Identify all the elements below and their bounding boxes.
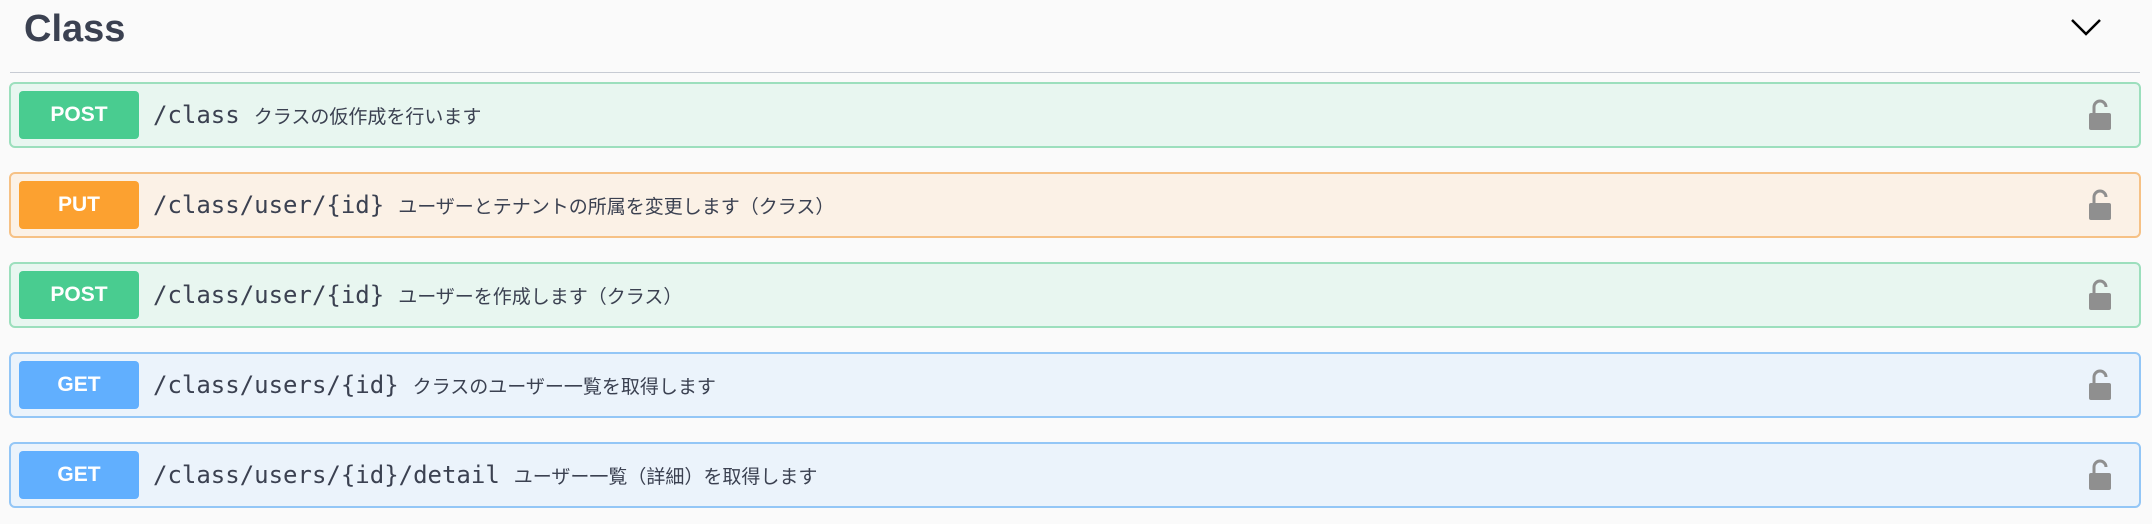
operation-path: /class/user/{id} ユーザーを作成します（クラス）	[153, 281, 683, 309]
operation-post-class[interactable]: POST /class クラスの仮作成を行います	[9, 82, 2141, 148]
operation-path: /class/users/{id}/detail ユーザー一覧（詳細）を取得します	[153, 461, 818, 489]
unlocked-padlock-icon[interactable]	[2087, 188, 2113, 222]
operation-summary: ユーザーとテナントの所属を変更します（クラス）	[398, 196, 835, 218]
method-badge: GET	[19, 451, 139, 499]
unlocked-padlock-icon[interactable]	[2087, 98, 2113, 132]
section-title: Class	[24, 8, 126, 50]
operation-post-class-user-id[interactable]: POST /class/user/{id} ユーザーを作成します（クラス）	[9, 262, 2141, 328]
section-header[interactable]: Class	[10, 0, 2140, 73]
method-badge: POST	[19, 271, 139, 319]
operation-path: /class/users/{id} クラスのユーザー一覧を取得します	[153, 371, 716, 399]
operations-list: POST /class クラスの仮作成を行います PUT /class/user/…	[9, 82, 2141, 524]
operation-path: /class/user/{id} ユーザーとテナントの所属を変更します（クラス）	[153, 191, 835, 219]
operation-get-class-users-id[interactable]: GET /class/users/{id} クラスのユーザー一覧を取得します	[9, 352, 2141, 418]
operation-put-class-user-id[interactable]: PUT /class/user/{id} ユーザーとテナントの所属を変更します（ク…	[9, 172, 2141, 238]
unlocked-padlock-icon[interactable]	[2087, 458, 2113, 492]
operation-summary: クラスの仮作成を行います	[253, 106, 482, 128]
operation-summary: ユーザー一覧（詳細）を取得します	[513, 466, 818, 488]
operation-path: /class クラスの仮作成を行います	[153, 101, 482, 129]
chevron-down-icon[interactable]	[2068, 12, 2104, 42]
method-badge: GET	[19, 361, 139, 409]
unlocked-padlock-icon[interactable]	[2087, 368, 2113, 402]
operation-summary: ユーザーを作成します（クラス）	[398, 286, 683, 308]
unlocked-padlock-icon[interactable]	[2087, 278, 2113, 312]
method-badge: PUT	[19, 181, 139, 229]
tag-section-class: Class POST /class クラスの仮作成を行います PUT /class…	[0, 0, 2152, 524]
operation-summary: クラスのユーザー一覧を取得します	[412, 376, 716, 398]
method-badge: POST	[19, 91, 139, 139]
operation-get-class-users-id-detail[interactable]: GET /class/users/{id}/detail ユーザー一覧（詳細）を取…	[9, 442, 2141, 508]
